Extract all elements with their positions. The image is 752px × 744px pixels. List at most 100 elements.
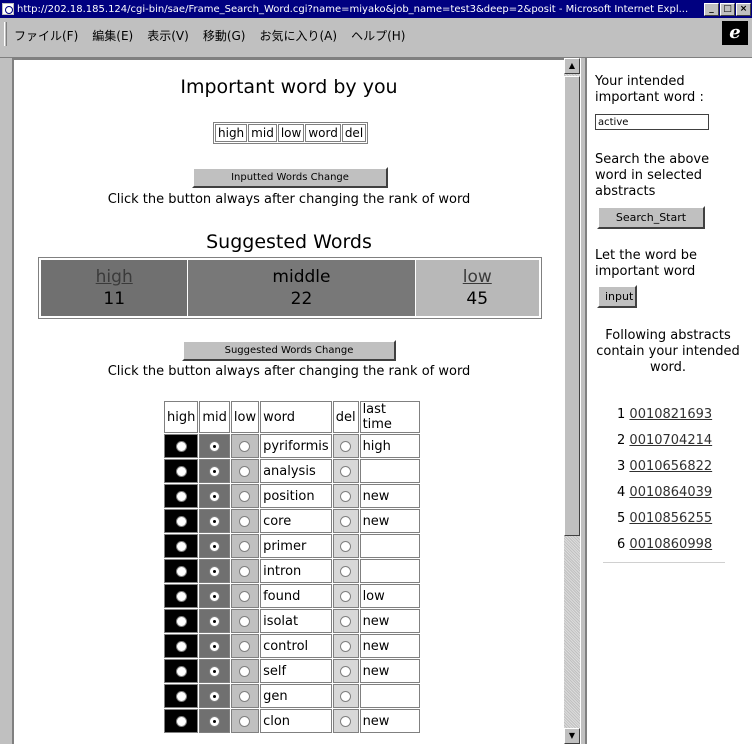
rank-low-radio[interactable]	[239, 665, 251, 677]
side-frame: Your intended important word : Search th…	[586, 58, 752, 744]
rank-mid-cell	[199, 559, 230, 583]
abstract-link[interactable]: 0010856255	[629, 511, 712, 526]
list-item: 6 0010860998	[617, 532, 712, 558]
rank-mid-cell	[199, 659, 230, 683]
suggested-words-change-button[interactable]: Suggested Words Change	[182, 340, 396, 361]
rank-high-radio[interactable]	[175, 440, 187, 452]
rank-high-radio[interactable]	[175, 665, 187, 677]
abstract-link[interactable]: 0010860998	[629, 537, 712, 552]
rank-low-cell	[230, 709, 260, 733]
col-header-low: low	[230, 401, 260, 433]
following-abstracts-text: Following abstracts contain your intende…	[596, 328, 740, 375]
menu-go[interactable]: 移動(G)	[203, 27, 246, 44]
last-time-cell: new	[359, 634, 420, 658]
rank-mid-radio[interactable]	[209, 565, 221, 577]
last-time-cell: new	[359, 609, 420, 633]
rank-low-radio[interactable]	[239, 640, 251, 652]
suggested-low-cell: low 45	[415, 260, 539, 316]
menu-help[interactable]: ヘルプ(H)	[351, 27, 405, 44]
minimize-button[interactable]: _	[704, 2, 719, 16]
delete-cell	[332, 609, 359, 633]
rank-high-radio[interactable]	[175, 565, 187, 577]
suggested-low-link[interactable]: low	[463, 266, 492, 288]
main-frame: Important word by you high mid low word …	[12, 58, 564, 744]
scroll-thumb[interactable]	[564, 76, 580, 536]
rank-low-radio[interactable]	[239, 515, 251, 527]
rank-high-radio[interactable]	[175, 590, 187, 602]
rank-mid-radio[interactable]	[209, 665, 221, 677]
menu-file[interactable]: ファイル(F)	[14, 27, 78, 44]
suggested-middle-count: 22	[290, 289, 313, 309]
abstract-number: 6	[617, 537, 626, 552]
rank-high-radio[interactable]	[175, 715, 187, 727]
search-start-button[interactable]: Search_Start	[597, 206, 705, 229]
rank-low-radio[interactable]	[239, 565, 251, 577]
rank-mid-radio[interactable]	[209, 490, 221, 502]
rank-high-cell	[164, 509, 199, 533]
delete-radio[interactable]	[340, 490, 352, 502]
delete-radio[interactable]	[340, 540, 352, 552]
rank-high-radio[interactable]	[175, 465, 187, 477]
rank-mid-radio[interactable]	[209, 715, 221, 727]
delete-radio[interactable]	[340, 615, 352, 627]
menu-edit[interactable]: 編集(E)	[92, 27, 133, 44]
delete-radio[interactable]	[340, 565, 352, 577]
abstract-link[interactable]: 0010821693	[629, 407, 712, 422]
abstract-link[interactable]: 0010656822	[629, 459, 712, 474]
scroll-up-button[interactable]: ▲	[564, 58, 580, 74]
intended-word-input[interactable]	[595, 114, 709, 130]
rank-mid-radio[interactable]	[209, 615, 221, 627]
delete-radio[interactable]	[340, 665, 352, 677]
rank-low-radio[interactable]	[239, 590, 251, 602]
rank-high-radio[interactable]	[175, 540, 187, 552]
suggested-high-link[interactable]: high	[96, 266, 133, 288]
rank-high-radio[interactable]	[175, 690, 187, 702]
delete-radio[interactable]	[340, 590, 352, 602]
abstract-number: 3	[617, 459, 626, 474]
rank-high-radio[interactable]	[175, 640, 187, 652]
scroll-down-button[interactable]: ▼	[564, 728, 580, 744]
delete-radio[interactable]	[340, 690, 352, 702]
rank-low-radio[interactable]	[239, 690, 251, 702]
menu-view[interactable]: 表示(V)	[147, 27, 189, 44]
list-item: 3 0010656822	[617, 454, 712, 480]
rank-mid-radio[interactable]	[209, 640, 221, 652]
abstract-link[interactable]: 0010864039	[629, 485, 712, 500]
rank-mid-cell	[199, 534, 230, 558]
rank-high-radio[interactable]	[175, 515, 187, 527]
rank-low-radio[interactable]	[239, 540, 251, 552]
rank-mid-radio[interactable]	[209, 465, 221, 477]
abstract-link[interactable]: 0010704214	[629, 433, 712, 448]
input-button[interactable]: input	[597, 285, 637, 308]
rank-low-radio[interactable]	[239, 490, 251, 502]
rank-mid-radio[interactable]	[209, 590, 221, 602]
delete-radio[interactable]	[340, 465, 352, 477]
maximize-button[interactable]: □	[720, 2, 735, 16]
abstract-number: 4	[617, 485, 626, 500]
main-frame-scrollbar[interactable]: ▲ ▼	[564, 58, 580, 744]
delete-radio[interactable]	[340, 715, 352, 727]
rank-low-radio[interactable]	[239, 615, 251, 627]
word-cell: primer	[260, 534, 332, 558]
delete-cell	[332, 709, 359, 733]
delete-radio[interactable]	[340, 440, 352, 452]
word-cell: analysis	[260, 459, 332, 483]
table-row: found low	[164, 584, 420, 608]
close-button[interactable]: ×	[736, 2, 751, 16]
rank-high-radio[interactable]	[175, 615, 187, 627]
rank-low-radio[interactable]	[239, 440, 251, 452]
rank-low-radio[interactable]	[239, 465, 251, 477]
rank-mid-radio[interactable]	[209, 440, 221, 452]
menu-favorites[interactable]: お気に入り(A)	[259, 27, 337, 44]
inputted-words-change-button[interactable]: Inputted Words Change	[192, 167, 388, 188]
rank-high-radio[interactable]	[175, 490, 187, 502]
rank-mid-radio[interactable]	[209, 690, 221, 702]
delete-radio[interactable]	[340, 640, 352, 652]
delete-radio[interactable]	[340, 515, 352, 527]
rank-mid-radio[interactable]	[209, 540, 221, 552]
toolbar-grip[interactable]	[4, 22, 7, 46]
rank-low-radio[interactable]	[239, 715, 251, 727]
rank-mid-radio[interactable]	[209, 515, 221, 527]
suggested-high-cell: high 11	[41, 260, 188, 316]
rank-change-note: Click the button always after changing t…	[107, 192, 471, 207]
